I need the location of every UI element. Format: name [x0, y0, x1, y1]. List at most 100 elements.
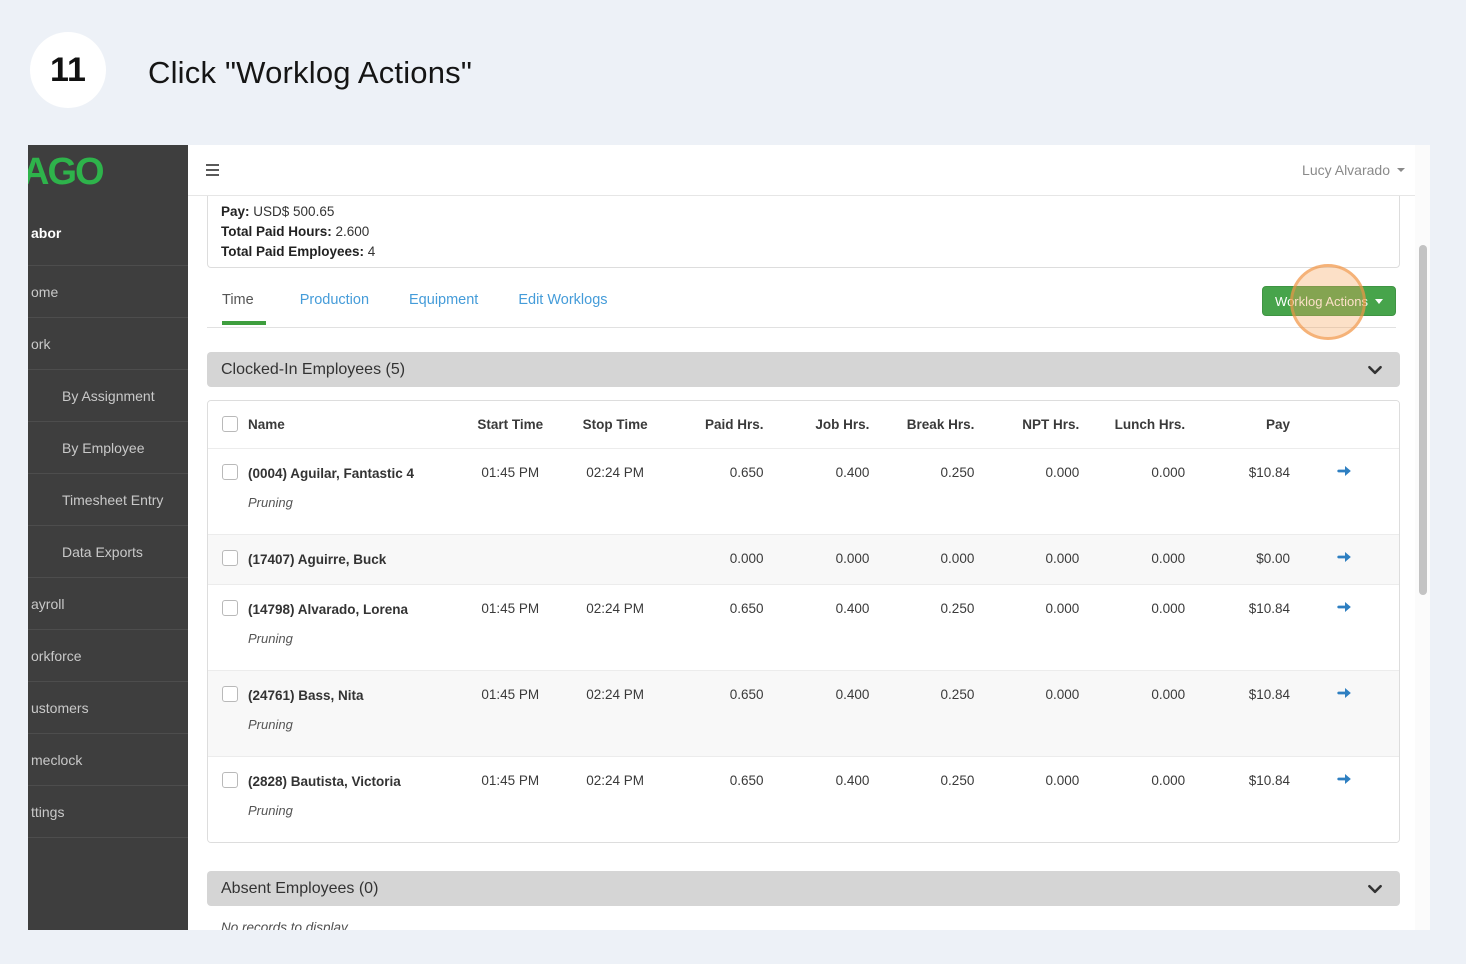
pay-amount: $10.84 [1248, 465, 1291, 480]
npt-hrs: 0.000 [1045, 773, 1080, 788]
sidebar-item-data-exports[interactable]: Data Exports [28, 526, 188, 578]
npt-hrs: 0.000 [1045, 601, 1080, 616]
table-row: (24761) Bass, Nita Pruning 01:45 PM 02:2… [208, 671, 1399, 757]
sidebar-item-timesheet-entry[interactable]: Timesheet Entry [28, 474, 188, 526]
section-clocked-in[interactable]: Clocked-In Employees (5) [207, 352, 1400, 387]
employee-name: (24761) Bass, Nita [248, 688, 364, 703]
pay-value: USD$ 500.65 [249, 204, 335, 219]
worklog-actions-button[interactable]: Worklog Actions [1262, 286, 1396, 316]
break-hrs: 0.250 [940, 687, 975, 702]
caret-down-icon [1397, 168, 1405, 172]
summary-hours: Total Paid Hours: 2.600 [221, 222, 1386, 242]
tab-equipment[interactable]: Equipment [409, 286, 484, 323]
topbar: Lucy Alvarado [188, 145, 1430, 196]
tabs: Time Production Equipment Edit Worklogs [207, 286, 614, 325]
col-paid-hrs: Paid Hrs. [705, 417, 764, 432]
row-detail-arrow-icon[interactable] [1336, 548, 1354, 569]
row-checkbox[interactable] [222, 772, 238, 788]
row-checkbox[interactable] [222, 686, 238, 702]
sidebar-item-by-assignment[interactable]: By Assignment [28, 370, 188, 422]
col-pay: Pay [1266, 417, 1291, 432]
start-time: 01:45 PM [481, 687, 540, 702]
pay-amount: $10.84 [1248, 773, 1291, 788]
section-absent-title: Absent Employees (0) [221, 879, 379, 897]
table-row: (17407) Aguirre, Buck 0.000 0.000 0.000 … [208, 535, 1399, 585]
step-number: 11 [50, 50, 86, 89]
select-all-checkbox[interactable] [222, 416, 238, 432]
lunch-hrs: 0.000 [1151, 687, 1186, 702]
sidebar: AGO abor ome ork By Assignment By Employ… [28, 145, 188, 930]
sidebar-item-labor[interactable]: abor [28, 200, 188, 266]
col-name: Name [248, 417, 285, 432]
hamburger-icon[interactable] [206, 164, 219, 176]
sidebar-item-settings[interactable]: ttings [28, 786, 188, 838]
lunch-hrs: 0.000 [1151, 773, 1186, 788]
break-hrs: 0.250 [940, 465, 975, 480]
break-hrs: 0.250 [940, 601, 975, 616]
pay-summary-panel: Pay: USD$ 500.65 Total Paid Hours: 2.600… [207, 196, 1400, 268]
job-hrs: 0.400 [835, 465, 870, 480]
sidebar-item-by-employee[interactable]: By Employee [28, 422, 188, 474]
sidebar-item-workforce[interactable]: orkforce [28, 630, 188, 682]
scrollbar-thumb[interactable] [1419, 245, 1427, 595]
lunch-hrs: 0.000 [1151, 551, 1186, 566]
row-detail-arrow-icon[interactable] [1336, 684, 1354, 705]
row-checkbox[interactable] [222, 600, 238, 616]
sidebar-item-home[interactable]: ome [28, 266, 188, 318]
col-lunch-hrs: Lunch Hrs. [1114, 417, 1186, 432]
col-break-hrs: Break Hrs. [906, 417, 975, 432]
pay-amount: $10.84 [1248, 601, 1291, 616]
sidebar-item-payroll[interactable]: ayroll [28, 578, 188, 630]
lunch-hrs: 0.000 [1151, 601, 1186, 616]
start-time: 01:45 PM [481, 465, 540, 480]
section-absent[interactable]: Absent Employees (0) [207, 871, 1400, 906]
user-name: Lucy Alvarado [1302, 162, 1390, 178]
no-records-text: No records to display [221, 920, 348, 930]
employee-name: (2828) Bautista, Victoria [248, 774, 401, 789]
user-menu[interactable]: Lucy Alvarado [1302, 162, 1405, 178]
row-checkbox[interactable] [222, 550, 238, 566]
col-npt-hrs: NPT Hrs. [1022, 417, 1080, 432]
stop-time: 02:24 PM [586, 465, 645, 480]
sidebar-item-customers[interactable]: ustomers [28, 682, 188, 734]
pay-label: Pay: [221, 204, 250, 219]
employee-task: Pruning [248, 717, 293, 732]
sidebar-item-work[interactable]: ork [28, 318, 188, 370]
app-logo: AGO [28, 151, 105, 193]
row-checkbox[interactable] [222, 464, 238, 480]
npt-hrs: 0.000 [1045, 687, 1080, 702]
employees-label: Total Paid Employees: [221, 244, 365, 259]
hours-label: Total Paid Hours: [221, 224, 332, 239]
pay-amount: $0.00 [1256, 551, 1291, 566]
npt-hrs: 0.000 [1045, 551, 1080, 566]
stop-time [563, 535, 668, 567]
summary-pay: Pay: USD$ 500.65 [221, 202, 1386, 222]
caret-down-icon [1375, 298, 1383, 304]
table-header-row: Name Start Time Stop Time Paid Hrs. Job … [208, 401, 1399, 449]
tab-edit-worklogs[interactable]: Edit Worklogs [518, 286, 613, 323]
job-hrs: 0.400 [835, 773, 870, 788]
tab-time[interactable]: Time [222, 286, 266, 325]
col-job-hrs: Job Hrs. [815, 417, 870, 432]
employee-task: Pruning [248, 631, 293, 646]
job-hrs: 0.000 [835, 551, 870, 566]
row-detail-arrow-icon[interactable] [1336, 598, 1354, 619]
employee-name: (14798) Alvarado, Lorena [248, 602, 409, 617]
tab-production[interactable]: Production [300, 286, 375, 323]
npt-hrs: 0.000 [1045, 465, 1080, 480]
start-time [458, 535, 563, 567]
step-number-badge: 11 [30, 32, 106, 108]
employees-value: 4 [364, 244, 376, 259]
chevron-down-icon [1368, 365, 1382, 374]
employee-task: Pruning [248, 803, 293, 818]
chevron-down-icon [1368, 884, 1382, 893]
worklog-actions-label: Worklog Actions [1275, 293, 1368, 309]
paid-hrs: 0.650 [729, 601, 764, 616]
row-detail-arrow-icon[interactable] [1336, 462, 1354, 483]
hours-value: 2.600 [331, 224, 370, 239]
row-detail-arrow-icon[interactable] [1336, 770, 1354, 791]
paid-hrs: 0.000 [729, 551, 764, 566]
section-clocked-in-title: Clocked-In Employees (5) [221, 360, 406, 378]
sidebar-item-timeclock[interactable]: meclock [28, 734, 188, 786]
main-content: Pay: USD$ 500.65 Total Paid Hours: 2.600… [188, 196, 1415, 930]
